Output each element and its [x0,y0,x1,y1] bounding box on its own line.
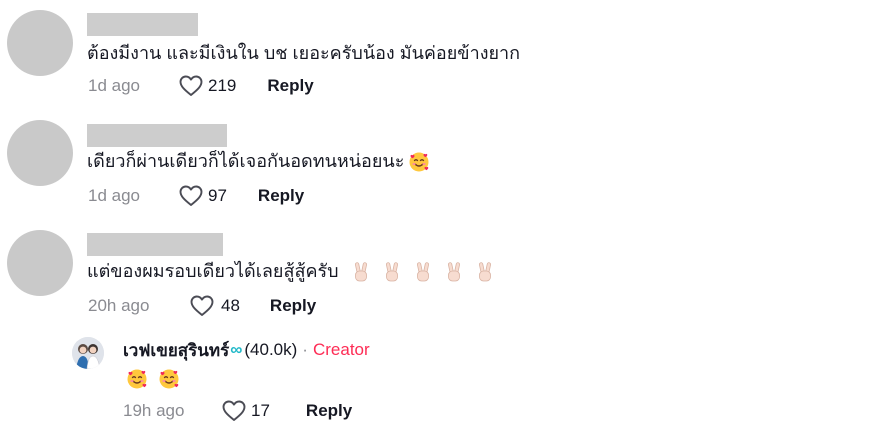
reply-button[interactable]: Reply [267,76,313,96]
heart-icon [179,185,203,207]
reply-button[interactable]: Reply [270,296,316,316]
like-count: 97 [208,186,227,205]
comment-timestamp: 19h ago [123,401,185,420]
heart-icon [222,400,246,422]
commenter-avatar[interactable] [7,230,73,296]
victory-hand-icon [443,261,465,283]
like-button[interactable]: 17 [222,400,270,422]
comment-text: เดียวก็ผ่านเดียวก็ได้เจอกันอดทนหน่อยนะ [87,151,405,171]
heart-icon [179,75,203,97]
like-button[interactable]: 48 [190,295,240,317]
victory-hand-icon [474,261,496,283]
smiling-face-with-hearts-icon [408,151,430,173]
creator-badge: Creator [312,340,370,359]
victory-hand-icon [381,261,403,283]
comment-text-row: เดียวก็ผ่านเดียวก็ได้เจอกันอดทนหน่อยนะ [87,149,430,173]
commenter-avatar[interactable] [7,10,73,76]
commenter-name-redacted[interactable] [87,13,198,36]
smiling-face-with-hearts-icon [126,368,148,390]
like-count: 48 [221,296,240,315]
creator-reply-text [122,366,180,390]
comment-timestamp: 1d ago [88,186,140,205]
comment-timestamp: 1d ago [88,76,140,95]
heart-icon [190,295,214,317]
comment-meta: 1d ago 97 Reply [88,184,304,208]
comment-text: แต่ของผมรอบเดียวได้เลยสู้สู้ครับ [87,261,339,281]
commenter-name-redacted[interactable] [87,124,227,147]
reply-button[interactable]: Reply [258,186,304,206]
like-button[interactable]: 219 [179,75,236,97]
creator-name[interactable]: เวฟเขยสุรินทร์ [123,337,229,364]
comment-meta: 1d ago 219 Reply [88,74,314,98]
commenter-avatar[interactable] [7,120,73,186]
reply-button[interactable]: Reply [306,401,352,421]
creator-avatar-image [72,337,104,369]
verified-badge-icon: ∞ [230,340,243,359]
comment-text: ต้องมีงาน และมีเงินใน บช เยอะครับน้อง มั… [87,43,521,63]
commenter-name-redacted[interactable] [87,233,223,256]
smiling-face-with-hearts-icon [158,368,180,390]
creator-header: เวฟเขยสุรินทร์ ∞ (40.0k) · Creator [123,338,370,362]
victory-hand-icon [350,261,372,283]
comment-meta: 20h ago 48 Reply [88,294,316,318]
like-button[interactable]: 97 [179,185,227,207]
victory-hand-icon [412,261,434,283]
creator-avatar[interactable] [72,337,104,369]
creator-follower-count: (40.0k) [244,340,298,359]
comment-timestamp: 20h ago [88,296,150,315]
comment-text-row: แต่ของผมรอบเดียวได้เลยสู้สู้ครับ [87,259,496,283]
like-count: 219 [208,76,237,95]
comment-meta: 19h ago 17 Reply [123,399,352,423]
separator-dot: · [302,340,308,359]
like-count: 17 [251,401,270,420]
